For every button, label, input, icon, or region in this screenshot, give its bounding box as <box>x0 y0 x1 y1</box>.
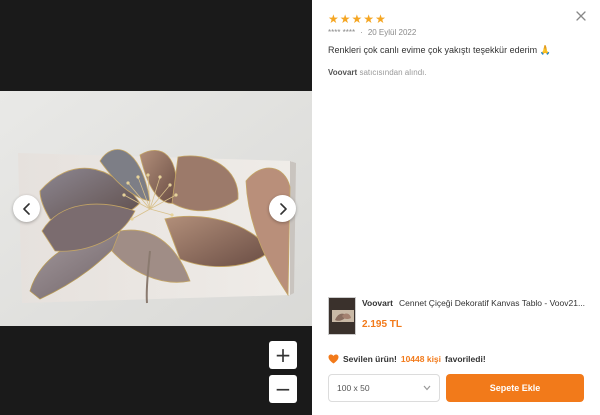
seller-suffix: satıcısından alındı. <box>359 68 427 77</box>
star-icon: ★ <box>328 12 339 26</box>
review-rating: ★ ★ ★ ★ ★ <box>328 12 386 26</box>
star-icon: ★ <box>363 12 375 26</box>
image-viewer: + − <box>0 0 312 415</box>
star-icon: ★ <box>351 12 363 26</box>
review-author: **** **** <box>328 28 356 37</box>
close-button[interactable] <box>574 9 588 23</box>
star-icon: ★ <box>375 12 386 26</box>
chevron-down-icon <box>423 385 431 391</box>
product-summary[interactable]: Voovart Cennet Çiçeği Dekoratif Kanvas Ta… <box>328 297 592 337</box>
product-thumbnail-image <box>329 298 355 334</box>
product-thumbnail[interactable] <box>328 297 356 335</box>
review-panel: ★ ★ ★ ★ ★ **** **** · 20 Eylül 2022 Renk… <box>312 0 600 415</box>
favorite-info: Sevilen ürün! 10448 kişi favoriledi! <box>328 354 486 364</box>
size-select[interactable]: 100 x 50 <box>328 374 440 402</box>
close-icon <box>576 11 586 21</box>
zoom-in-button[interactable]: + <box>269 341 297 369</box>
product-price: 2.195 TL <box>362 319 403 330</box>
canvas-painting-photo <box>0 91 312 326</box>
seller-info: Voovart satıcısından alındı. <box>328 68 427 77</box>
add-to-cart-button[interactable]: Sepete Ekle <box>446 374 584 402</box>
seller-name[interactable]: Voovart <box>328 68 357 77</box>
previous-image-button[interactable] <box>13 195 40 222</box>
star-icon: ★ <box>339 12 351 26</box>
product-title[interactable]: Voovart Cennet Çiçeği Dekoratif Kanvas Ta… <box>362 298 590 308</box>
favorite-prefix: Sevilen ürün! <box>343 354 397 364</box>
next-image-button[interactable] <box>269 195 296 222</box>
meta-separator: · <box>360 28 363 37</box>
zoom-out-button[interactable]: − <box>269 375 297 403</box>
review-meta: **** **** · 20 Eylül 2022 <box>328 28 416 37</box>
favorite-suffix: favoriledi! <box>445 354 486 364</box>
product-brand: Voovart <box>362 298 394 308</box>
review-comment: Renkleri çok canlı evime çok yakıştı teş… <box>328 45 551 55</box>
chevron-left-icon <box>22 202 30 215</box>
heart-icon <box>328 354 339 364</box>
product-name: Cennet Çiçeği Dekoratif Kanvas Tablo - V… <box>399 298 586 308</box>
review-date: 20 Eylül 2022 <box>367 28 417 37</box>
chevron-right-icon <box>279 202 287 215</box>
size-select-value: 100 x 50 <box>337 383 370 393</box>
review-photo <box>0 91 312 326</box>
favorite-count: 10448 kişi <box>400 354 442 364</box>
